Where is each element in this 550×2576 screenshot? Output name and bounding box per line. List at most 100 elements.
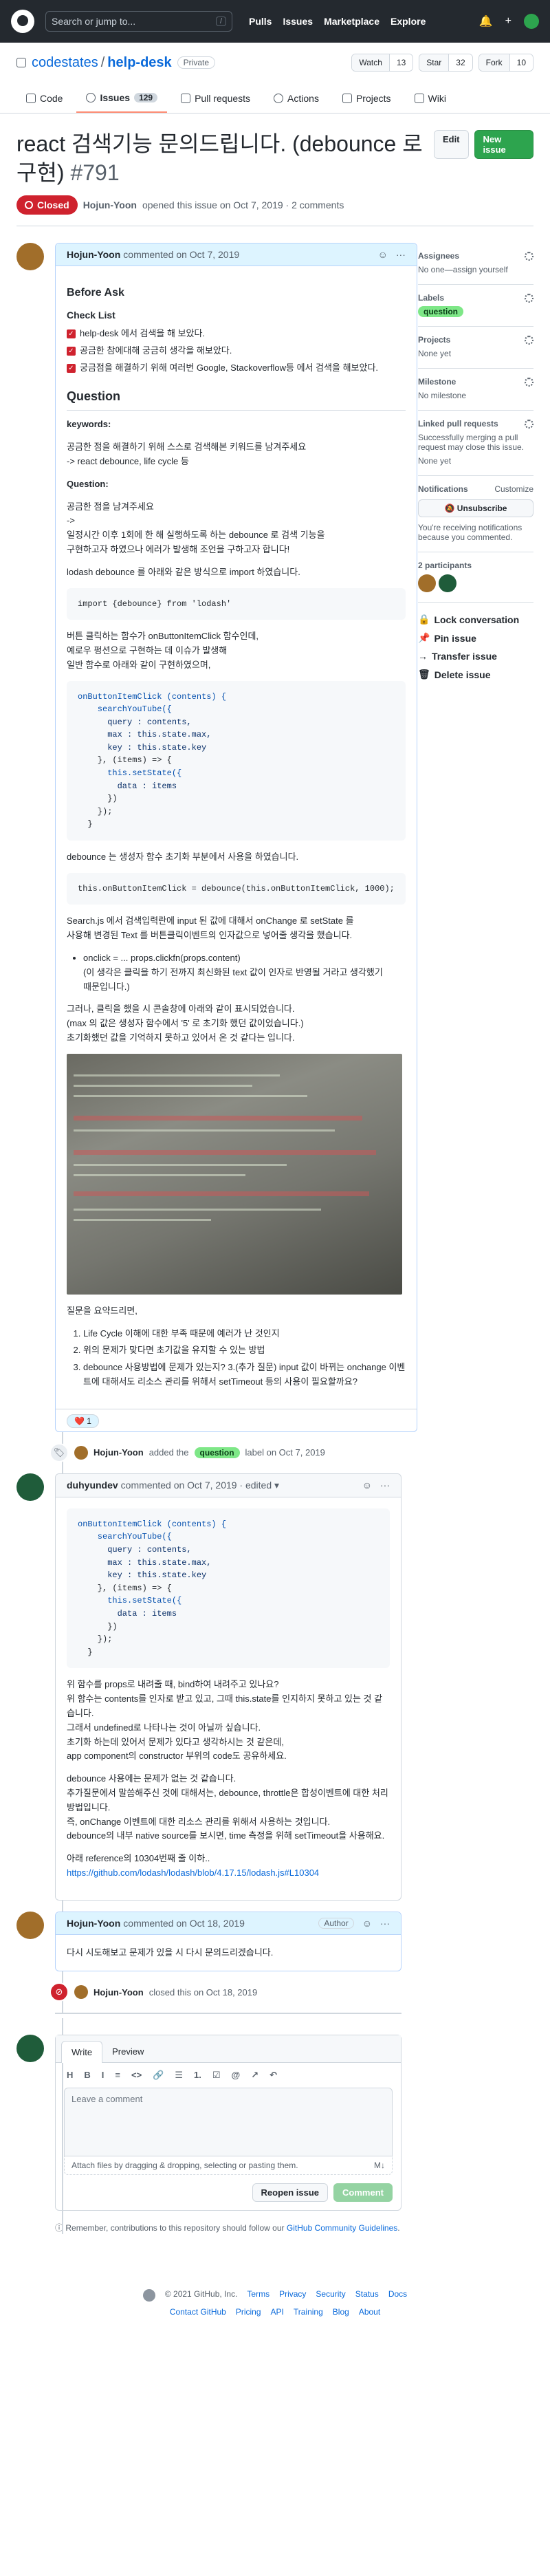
sidebar-value[interactable]: No one—assign yourself [418, 265, 534, 274]
checkbox-checked-icon[interactable]: ✓ [67, 329, 76, 339]
new-issue-button[interactable]: New issue [474, 130, 534, 159]
code-icon[interactable]: <> [131, 2070, 142, 2081]
footer-link[interactable]: Security [316, 2289, 345, 2302]
numbered-list-icon[interactable]: 1. [194, 2070, 201, 2081]
gear-icon[interactable] [525, 293, 534, 303]
comment-author[interactable]: duhyundev [67, 1480, 118, 1491]
heart-reaction-button[interactable]: ❤️ 1 [67, 1414, 99, 1428]
kebab-menu-icon[interactable]: ··· [380, 1918, 390, 1929]
event-actor[interactable]: Hojun-Yoon [94, 1447, 144, 1458]
bullet-list-icon[interactable]: ☰ [175, 2070, 183, 2081]
guidelines-text: Remember, contributions to this reposito… [65, 2223, 285, 2233]
footer-link[interactable]: Docs [388, 2289, 407, 2302]
tab-preview[interactable]: Preview [102, 2041, 153, 2062]
nav-marketplace[interactable]: Marketplace [324, 16, 380, 27]
footer-link[interactable]: API [271, 2307, 284, 2317]
event-actor[interactable]: Hojun-Yoon [94, 1987, 144, 1998]
avatar[interactable] [74, 1985, 88, 2000]
gear-icon[interactable] [525, 419, 534, 429]
footer-link[interactable]: About [359, 2307, 380, 2317]
comment-author[interactable]: Hojun-Yoon [67, 1918, 120, 1929]
comment-textarea[interactable]: Leave a comment [64, 2088, 393, 2157]
heading-icon[interactable]: H [67, 2070, 73, 2081]
repo-owner-link[interactable]: codestates [32, 55, 98, 71]
transfer-issue-button[interactable]: → Transfer issue [418, 651, 534, 662]
checklist-text: help-desk 에서 검색을 해 보았다. [80, 328, 206, 339]
footer-github-icon[interactable] [142, 2289, 155, 2302]
edit-button[interactable]: Edit [433, 130, 469, 159]
gear-icon[interactable] [525, 377, 534, 387]
issue-author-link[interactable]: Hojun-Yoon [83, 199, 137, 210]
footer-link[interactable]: Pricing [236, 2307, 261, 2317]
italic-icon[interactable]: I [102, 2070, 104, 2081]
checkbox-checked-icon[interactable]: ✓ [67, 346, 76, 356]
reply-icon[interactable]: ↶ [270, 2070, 277, 2081]
attach-files-area[interactable]: Attach files by dragging & dropping, sel… [64, 2156, 393, 2176]
customize-link[interactable]: Customize [494, 484, 534, 494]
watch-button[interactable]: Watch 13 [351, 54, 414, 72]
quote-icon[interactable]: ≡ [115, 2070, 120, 2081]
nav-issues[interactable]: Issues [283, 16, 313, 27]
kebab-menu-icon[interactable]: ··· [396, 249, 406, 260]
mention-icon[interactable]: @ [232, 2070, 241, 2081]
avatar[interactable] [418, 574, 436, 593]
gear-icon[interactable] [525, 251, 534, 261]
github-logo-icon[interactable] [11, 10, 34, 33]
reference-link[interactable]: https://github.com/lodash/lodash/blob/4.… [67, 1868, 319, 1878]
footer-link[interactable]: Privacy [279, 2289, 306, 2302]
unsubscribe-button[interactable]: 🔕 Unsubscribe [418, 499, 534, 518]
fork-button[interactable]: Fork 10 [478, 54, 534, 72]
plus-icon[interactable]: + [505, 15, 512, 28]
nav-pulls[interactable]: Pulls [249, 16, 272, 27]
bell-icon[interactable]: 🔔 [479, 14, 493, 28]
bullet-list: onclick = ... props.clickfn(props.conten… [83, 951, 406, 994]
footer-link[interactable]: Blog [333, 2307, 349, 2317]
tab-code[interactable]: Code [16, 87, 72, 113]
comment-time[interactable]: commented on Oct 7, 2019 · edited ▾ [121, 1480, 279, 1491]
tab-wiki[interactable]: Wiki [405, 87, 456, 113]
guidelines-link[interactable]: GitHub Community Guidelines [287, 2223, 397, 2233]
tab-issues[interactable]: Issues 129 [76, 87, 168, 113]
avatar[interactable] [439, 574, 456, 593]
user-avatar[interactable] [524, 14, 539, 29]
smiley-icon[interactable]: ☺ [362, 1918, 372, 1929]
avatar[interactable] [16, 1473, 44, 1501]
search-input[interactable]: Search or jump to... / [45, 11, 232, 32]
bold-icon[interactable]: B [84, 2070, 90, 2081]
tab-pull-requests[interactable]: Pull requests [171, 87, 260, 113]
task-list-icon[interactable]: ☑ [212, 2070, 221, 2081]
link-icon[interactable]: 🔗 [153, 2070, 164, 2081]
bell-slash-icon: 🔕 [444, 504, 455, 514]
reference-icon[interactable]: ↗ [251, 2070, 258, 2081]
nav-explore[interactable]: Explore [390, 16, 426, 27]
tab-projects[interactable]: Projects [333, 87, 401, 113]
console-error-photo[interactable] [67, 1053, 402, 1295]
footer-link[interactable]: Training [294, 2307, 323, 2317]
label-badge[interactable]: question [418, 306, 463, 318]
star-button[interactable]: Star 32 [419, 54, 473, 72]
kebab-menu-icon[interactable]: ··· [380, 1480, 390, 1491]
footer-link[interactable]: Contact GitHub [170, 2307, 226, 2317]
tab-actions[interactable]: Actions [264, 87, 329, 113]
label-badge[interactable]: question [194, 1447, 240, 1458]
smiley-icon[interactable]: ☺ [362, 1480, 372, 1491]
lock-conversation-button[interactable]: 🔒 Lock conversation [418, 614, 534, 625]
smiley-icon[interactable]: ☺ [378, 249, 388, 260]
comment-button[interactable]: Comment [333, 2183, 393, 2202]
avatar[interactable] [16, 2035, 44, 2063]
reopen-issue-button[interactable]: Reopen issue [252, 2183, 329, 2202]
avatar[interactable] [16, 243, 44, 271]
avatar[interactable] [74, 1445, 88, 1460]
pin-issue-button[interactable]: 📌 Pin issue [418, 632, 534, 644]
gear-icon[interactable] [525, 335, 534, 345]
footer-link[interactable]: Terms [247, 2289, 270, 2302]
checkbox-checked-icon[interactable]: ✓ [67, 363, 76, 373]
tab-write[interactable]: Write [61, 2041, 103, 2064]
avatar[interactable] [16, 1911, 44, 1939]
textarea-placeholder: Leave a comment [72, 2094, 143, 2105]
comment-author[interactable]: Hojun-Yoon [67, 249, 120, 260]
delete-issue-button[interactable]: 🗑 Delete issue [418, 669, 534, 680]
sidebar-value: None yet [418, 456, 452, 466]
repo-name-link[interactable]: help-desk [107, 55, 171, 71]
footer-link[interactable]: Status [355, 2289, 379, 2302]
